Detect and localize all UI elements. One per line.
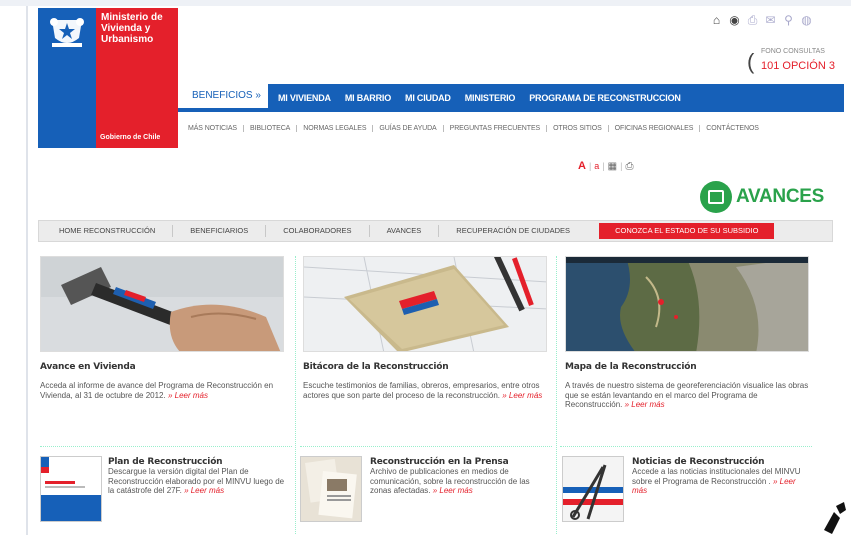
subnav-mas-noticias[interactable]: MÁS NOTICIAS — [178, 125, 243, 132]
font-decrease-button[interactable]: a — [594, 161, 599, 171]
fono-label: FONO CONSULTAS — [761, 48, 825, 55]
row-divider — [560, 446, 812, 447]
news-thumbnail[interactable] — [562, 456, 624, 522]
card-text: A través de nuestro sistema de georefere… — [565, 381, 809, 409]
item-title[interactable]: Noticias de Reconstrucción — [632, 457, 765, 467]
secnav-recuperacion-ciudades[interactable]: RECUPERACIÓN DE CIUDADES — [438, 225, 587, 237]
font-increase-button[interactable]: A — [578, 160, 586, 172]
card-bitacora: Bitácora de la Reconstrucción Escuche te… — [303, 256, 551, 400]
card-title[interactable]: Bitácora de la Reconstrucción — [303, 362, 551, 372]
top-tools: ⌂ ◉ ⎙ ✉ ⚲ ◍ — [710, 14, 813, 27]
read-more-link[interactable]: » Leer más — [184, 486, 224, 495]
subnav-biblioteca[interactable]: BIBLIOTECA — [242, 124, 296, 132]
clipboard-icon — [700, 181, 732, 213]
subnav-normas-legales[interactable]: NORMAS LEGALES — [296, 124, 372, 132]
nav-mi-ciudad[interactable]: MI CIUDAD — [405, 93, 451, 103]
subnav-preguntas-frecuentes[interactable]: PREGUNTAS FRECUENTES — [442, 124, 546, 132]
item-text: Descargue la versión digital del Plan de… — [108, 467, 285, 495]
secnav-avances[interactable]: AVANCES — [368, 225, 439, 237]
main-nav: BENEFICIOS » MI VIVIENDA MI BARRIO MI CI… — [178, 84, 844, 112]
item-title[interactable]: Reconstrucción en la Prensa — [370, 457, 509, 467]
card-title[interactable]: Mapa de la Reconstrucción — [565, 362, 813, 372]
nav-mi-barrio[interactable]: MI BARRIO — [345, 93, 391, 103]
section-nav: HOME RECONSTRUCCIÓN BENEFICIARIOS COLABO… — [38, 220, 833, 242]
item-noticias: Noticias de Reconstrucción Accede a las … — [562, 456, 812, 526]
globe-icon[interactable]: ◍ — [800, 14, 813, 27]
subnav-oficinas-regionales[interactable]: OFICINAS REGIONALES — [607, 124, 700, 132]
print-page-icon[interactable]: ⎙ — [625, 161, 633, 172]
card-text: Acceda al informe de avance del Programa… — [40, 381, 274, 400]
search-icon[interactable]: ⚲ — [782, 14, 795, 27]
subnav-guias-ayuda[interactable]: GUÍAS DE AYUDA — [372, 124, 442, 132]
coat-of-arms-icon — [50, 18, 84, 47]
fono-number: 101 OPCIÓN 3 — [761, 60, 835, 72]
separator: | — [602, 161, 605, 171]
mail-icon[interactable]: ✉ — [764, 14, 777, 27]
item-prensa: Reconstrucción en la Prensa Archivo de p… — [300, 456, 555, 526]
card-avance-vivienda: Avance en Vivienda Acceda al informe de … — [40, 256, 288, 400]
ministry-title: Ministerio de Vivienda y Urbanismo — [101, 12, 163, 45]
row-divider — [300, 446, 552, 447]
item-text: Archivo de publicaciones en medios de co… — [370, 467, 530, 495]
card-mapa: Mapa de la Reconstrucción A través de nu… — [565, 256, 813, 410]
press-thumbnail[interactable] — [300, 456, 362, 522]
nav-ministerio[interactable]: MINISTERIO — [465, 93, 516, 103]
eye-icon[interactable]: ◉ — [728, 14, 741, 27]
card-text: Escuche testimonios de familias, obreros… — [303, 381, 543, 400]
avances-label: AVANCES — [736, 186, 824, 207]
secnav-home-reconstruccion[interactable]: HOME RECONSTRUCCIÓN — [39, 225, 172, 237]
column-divider — [295, 256, 296, 534]
map-image[interactable] — [565, 256, 809, 352]
column-divider — [556, 256, 557, 534]
text-size-tools: A | a | ▦ | ⎙ — [578, 160, 633, 172]
row-divider — [40, 446, 292, 447]
sub-nav: MÁS NOTICIAS BIBLIOTECA NORMAS LEGALES G… — [178, 118, 844, 138]
item-title[interactable]: Plan de Reconstrucción — [108, 457, 223, 467]
item-text: Accede a las noticias institucionales de… — [632, 467, 801, 495]
card-title[interactable]: Avance en Vivienda — [40, 362, 288, 372]
separator: | — [588, 161, 592, 171]
hammer-image[interactable] — [40, 256, 284, 352]
read-more-link[interactable]: » Leer más — [625, 400, 665, 409]
nav-mi-vivienda[interactable]: MI VIVIENDA — [278, 93, 331, 103]
share-icon[interactable]: ▦ — [608, 161, 617, 172]
nav-beneficios[interactable]: BENEFICIOS » — [178, 84, 268, 112]
gov-label: Gobierno de Chile — [100, 134, 161, 141]
read-more-link[interactable]: » Leer más — [502, 391, 542, 400]
subnav-contactenos[interactable]: CONTÁCTENOS — [699, 124, 765, 132]
phone-contact: ( FONO CONSULTAS 101 OPCIÓN 3 — [747, 46, 837, 80]
frame-left-border — [26, 6, 28, 535]
separator: | — [620, 161, 623, 171]
secnav-colaboradores[interactable]: COLABORADORES — [265, 225, 368, 237]
print-icon[interactable]: ⎙ — [746, 14, 759, 27]
notebook-image[interactable] — [303, 256, 547, 352]
secnav-estado-subsidio[interactable]: CONOZCA EL ESTADO DE SU SUBSIDIO — [599, 223, 775, 239]
home-icon[interactable]: ⌂ — [710, 14, 723, 27]
read-more-link[interactable]: » Leer más — [433, 486, 473, 495]
item-plan-reconstruccion: Plan de Reconstrucción Descargue la vers… — [40, 456, 292, 526]
avances-badge: AVANCES — [700, 180, 830, 214]
nav-programa-reconstruccion[interactable]: PROGRAMA DE RECONSTRUCCION — [529, 93, 681, 103]
secnav-beneficiarios[interactable]: BENEFICIARIOS — [172, 225, 265, 237]
phone-icon: ( — [747, 49, 755, 74]
subnav-otros-sitios[interactable]: OTROS SITIOS — [546, 124, 608, 132]
read-more-link[interactable]: » Leer más — [168, 391, 208, 400]
cursor-artifact-icon — [824, 502, 846, 534]
top-border — [0, 0, 851, 6]
ministry-logo[interactable]: Ministerio de Vivienda y Urbanismo Gobie… — [38, 8, 178, 148]
plan-cover-thumbnail[interactable] — [40, 456, 102, 522]
